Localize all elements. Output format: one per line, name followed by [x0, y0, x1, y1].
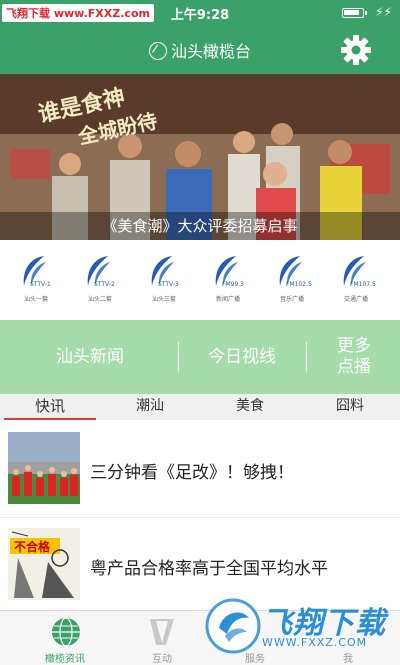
- news-title: 三分钟看《足改》！够拽！: [90, 463, 294, 483]
- channel-sttv3[interactable]: STTV-3 汕头三套: [134, 252, 194, 312]
- channel-sttv1[interactable]: STTV-1 汕头一套: [6, 252, 66, 312]
- category-tabs: 快讯 潮汕 美食 囧料: [0, 394, 400, 420]
- news-thumbnail: [8, 432, 80, 504]
- channel-strip: STTV-1 汕头一套 STTV-2 汕头二套 STTV-3 汕头三套 FM99…: [0, 240, 400, 320]
- gear-icon[interactable]: [340, 34, 372, 66]
- nav-divider: [306, 342, 307, 372]
- channel-name: 汕头三套: [151, 296, 176, 303]
- thumb-stamp-text: 不合格: [14, 540, 51, 554]
- channel-code: STTV-2: [94, 281, 115, 288]
- status-time: 上午9:28: [170, 8, 230, 23]
- tab-food[interactable]: 美食: [200, 394, 300, 420]
- nav-more-vod[interactable]: 更多 点播: [308, 320, 400, 394]
- banner-caption: 《美食潮》大众评委招募启事: [0, 212, 400, 240]
- promo-banner[interactable]: 谁是食神 全城盼待 《美食潮》大众评委招募启事: [0, 74, 400, 240]
- nav-more-line2: 点播: [337, 357, 371, 377]
- news-item[interactable]: 三分钟看《足改》！够拽！: [0, 422, 400, 518]
- tab-flash[interactable]: 快讯: [0, 394, 100, 420]
- watermark-url: WWW.FXXZ.COM: [262, 636, 368, 649]
- channel-code: FM99.3: [222, 281, 244, 288]
- nav-divider: [178, 342, 179, 372]
- bottom-nav-interact[interactable]: 互动: [112, 611, 212, 665]
- channel-code: FM107.5: [350, 281, 376, 288]
- channel-code: FM102.5: [286, 281, 312, 288]
- channel-fm1025[interactable]: FM102.5 音乐广播: [262, 252, 322, 312]
- leaf-icon: [148, 42, 167, 60]
- battery-icon: [342, 8, 367, 18]
- nav-today-view[interactable]: 今日视线: [180, 320, 304, 394]
- title-bar: 汕头橄榄台: [0, 26, 400, 74]
- tab-chaoshan[interactable]: 潮汕: [100, 394, 200, 420]
- bottom-nav-label: 橄榄资讯: [45, 654, 85, 665]
- channel-name: 汕头二套: [87, 296, 112, 303]
- channel-fm1075[interactable]: FM107.5 交通广播: [326, 252, 386, 312]
- news-title: 粤产品合格率高于全国平均水平: [90, 559, 328, 579]
- channel-fm993[interactable]: FM99.3 新闻广播: [198, 252, 258, 312]
- globe-icon: [52, 617, 80, 647]
- channel-name: 交通广播: [343, 296, 368, 303]
- nav-shantou-news[interactable]: 汕头新闻: [0, 320, 180, 394]
- section-nav: 汕头新闻 今日视线 更多 点播: [0, 320, 400, 394]
- charging-icon: ⚡⚡: [375, 5, 392, 19]
- channel-name: 音乐广播: [279, 296, 304, 303]
- status-bar: 飞翔下载 www.FXXZ.com 上午9:28 ⚡⚡: [0, 0, 400, 26]
- app-screen: 飞翔下载 www.FXXZ.com 上午9:28 ⚡⚡ 汕头橄榄台 谁是食神 全…: [0, 0, 400, 665]
- tab-funny[interactable]: 囧料: [300, 394, 400, 420]
- bottom-nav-news[interactable]: 橄榄资讯: [15, 611, 115, 665]
- channel-sttv2[interactable]: STTV-2 汕头二套: [70, 252, 130, 312]
- app-title: 汕头橄榄台: [170, 42, 251, 61]
- interaction-icon: [150, 619, 174, 645]
- channel-name: 新闻广播: [215, 296, 240, 303]
- channel-name: 汕头一套: [23, 296, 48, 303]
- channel-code: STTV-3: [158, 281, 179, 288]
- news-thumbnail: 不合格: [8, 528, 80, 600]
- active-tab-indicator: [4, 418, 96, 420]
- channel-code: STTV-1: [30, 281, 51, 288]
- bottom-nav-label: 互动: [152, 654, 172, 665]
- nav-more-line1: 更多: [337, 336, 371, 356]
